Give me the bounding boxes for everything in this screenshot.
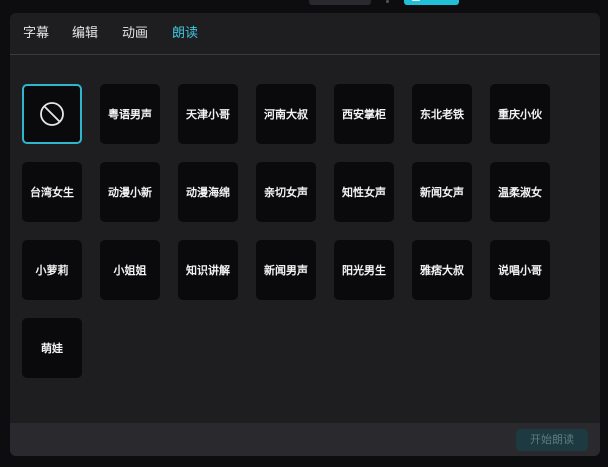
export-icon: [412, 0, 420, 1]
voice-tile[interactable]: 小姐姐: [100, 240, 160, 300]
text-properties-panel: 字幕 编辑 动画 朗读 粤语男声 天津小哥 河南大叔 西安掌柜 东北老铁 重庆小…: [10, 13, 600, 456]
voice-tile[interactable]: 亲切女声: [256, 162, 316, 222]
toolbar-dropdown[interactable]: [309, 0, 371, 5]
voice-tile[interactable]: 河南大叔: [256, 84, 316, 144]
voice-tile[interactable]: 新闻女声: [412, 162, 472, 222]
voice-tile[interactable]: 知识讲解: [178, 240, 238, 300]
start-reading-button[interactable]: 开始朗读: [516, 429, 588, 451]
tab-read-aloud[interactable]: 朗读: [172, 26, 198, 42]
tab-animation[interactable]: 动画: [122, 26, 148, 42]
tab-edit[interactable]: 编辑: [72, 26, 98, 42]
voice-tile[interactable]: 台湾女生: [22, 162, 82, 222]
separator-dot: [386, 0, 389, 3]
voice-tile[interactable]: 萌娃: [22, 318, 82, 378]
voice-tile[interactable]: 东北老铁: [412, 84, 472, 144]
top-toolbar: [0, 0, 608, 12]
voice-tile[interactable]: 西安掌柜: [334, 84, 394, 144]
voice-tile[interactable]: 说唱小哥: [490, 240, 550, 300]
voice-tile[interactable]: 雅痞大叔: [412, 240, 472, 300]
voice-tile[interactable]: 动漫海绵: [178, 162, 238, 222]
voice-tile[interactable]: 粤语男声: [100, 84, 160, 144]
voice-tile[interactable]: 动漫小新: [100, 162, 160, 222]
voice-tile[interactable]: 天津小哥: [178, 84, 238, 144]
panel-footer: 开始朗读: [10, 423, 600, 456]
voice-tile[interactable]: 新闻男声: [256, 240, 316, 300]
no-symbol-icon: [40, 102, 64, 126]
voice-none-option[interactable]: [22, 84, 82, 144]
voice-tile[interactable]: 知性女声: [334, 162, 394, 222]
panel-tabs: 字幕 编辑 动画 朗读: [10, 13, 600, 55]
voice-tile[interactable]: 温柔淑女: [490, 162, 550, 222]
export-button[interactable]: [404, 0, 459, 5]
tab-subtitle[interactable]: 字幕: [23, 26, 49, 42]
voice-tile[interactable]: 重庆小伙: [490, 84, 550, 144]
voice-tile[interactable]: 阳光男生: [334, 240, 394, 300]
voice-tile[interactable]: 小萝莉: [22, 240, 82, 300]
